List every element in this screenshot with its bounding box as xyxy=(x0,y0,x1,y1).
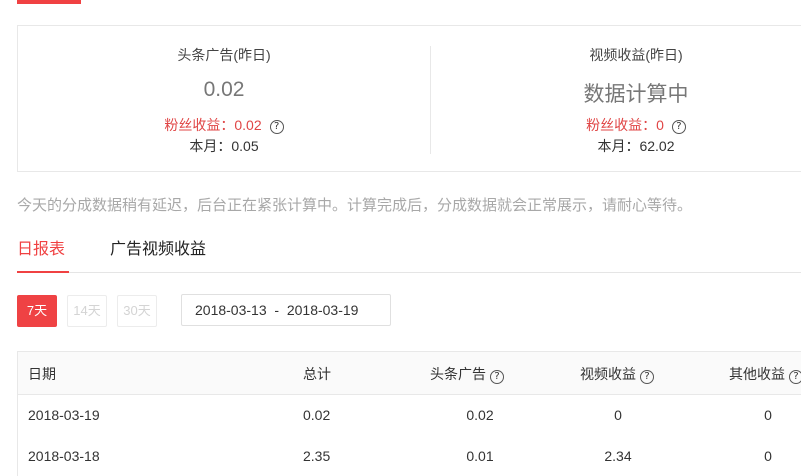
cell-toutiao-ad: 0.02 xyxy=(466,407,494,423)
cell-total: 0.02 xyxy=(303,407,331,423)
help-icon[interactable]: ? xyxy=(671,120,686,134)
active-tab-underline xyxy=(17,271,69,273)
video-income-value: 数据计算中 xyxy=(583,83,689,106)
column-header-toutiao-ad: 头条广告? xyxy=(430,364,504,384)
toutiao-ad-fans-income: 粉丝收益：0.02? xyxy=(18,115,430,135)
cell-video-income: 2.34 xyxy=(604,448,632,464)
video-income-summary: 视频收益(昨日) 数据计算中 粉丝收益：0? 本月：62.02 xyxy=(430,26,801,171)
range-30-days-button[interactable]: 30天 xyxy=(117,295,157,327)
toutiao-ad-summary: 头条广告(昨日) 0.02 粉丝收益：0.02? 本月：0.05 xyxy=(18,26,430,171)
cell-total: 2.35 xyxy=(303,448,331,464)
toutiao-ad-title: 头条广告(昨日) xyxy=(177,47,271,63)
report-tabs: 日报表 广告视频收益 xyxy=(17,223,801,273)
toutiao-ad-fans-income-text: 粉丝收益：0.02 xyxy=(164,117,262,133)
column-header-other-income-label: 其他收益 xyxy=(729,366,785,382)
cell-date: 2018-03-18 xyxy=(28,448,100,464)
cell-other-income: 0 xyxy=(764,448,772,464)
range-14-days-button[interactable]: 14天 xyxy=(67,295,107,327)
table-row: 2018-03-19 0.02 0.02 0 0 xyxy=(18,395,801,436)
table-row: 2018-03-18 2.35 0.01 2.34 0 xyxy=(18,436,801,476)
delay-notice: 今天的分成数据稍有延迟，后台正在紧张计算中。计算完成后，分成数据就会正常展示，请… xyxy=(17,197,693,214)
help-icon[interactable]: ? xyxy=(269,120,284,134)
daily-report-table: 日期 总计 头条广告? 视频收益? 其他收益? 2018-03-19 0.02 … xyxy=(17,351,801,476)
column-header-toutiao-ad-label: 头条广告 xyxy=(430,366,486,382)
table-header: 日期 总计 头条广告? 视频收益? 其他收益? xyxy=(18,352,801,395)
summary-card: 头条广告(昨日) 0.02 粉丝收益：0.02? 本月：0.05 视频收益(昨日… xyxy=(17,25,801,172)
cell-other-income: 0 xyxy=(764,407,772,423)
column-header-date: 日期 xyxy=(28,366,56,382)
toutiao-ad-value: 0.02 xyxy=(203,78,245,101)
video-income-title: 视频收益(昨日) xyxy=(589,47,683,63)
video-income-fans-income: 粉丝收益：0? xyxy=(430,115,801,135)
range-7-days-button[interactable]: 7天 xyxy=(17,295,57,327)
video-income-fans-income-text: 粉丝收益：0 xyxy=(586,117,664,133)
column-header-total: 总计 xyxy=(303,366,331,382)
video-income-month: 本月：62.02 xyxy=(597,138,675,154)
cell-video-income: 0 xyxy=(614,407,622,423)
column-header-other-income: 其他收益? xyxy=(729,364,801,384)
column-header-video-income-label: 视频收益 xyxy=(580,366,636,382)
help-icon[interactable]: ? xyxy=(640,370,654,384)
top-tab-indicator xyxy=(17,0,81,4)
tab-ad-video-income[interactable]: 广告视频收益 xyxy=(110,235,206,259)
help-icon[interactable]: ? xyxy=(789,370,801,384)
cell-toutiao-ad: 0.01 xyxy=(466,448,494,464)
date-range-picker[interactable]: 2018-03-13 - 2018-03-19 xyxy=(181,294,391,326)
help-icon[interactable]: ? xyxy=(490,370,504,384)
column-header-video-income: 视频收益? xyxy=(580,364,654,384)
tab-daily-report[interactable]: 日报表 xyxy=(17,235,65,259)
toutiao-ad-month: 本月：0.05 xyxy=(189,138,259,154)
cell-date: 2018-03-19 xyxy=(28,407,100,423)
